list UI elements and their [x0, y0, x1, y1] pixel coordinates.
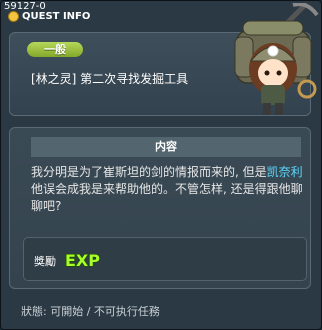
- window-title-text: QUEST INFO: [22, 11, 91, 22]
- quest-info-window: 59127-0 QUEST INFO 一般 [林之灵] 第二次寻找发掘工具 内容: [0, 0, 322, 330]
- quest-name: [林之灵] 第二次寻找发掘工具: [31, 72, 189, 86]
- window-title: QUEST INFO: [8, 11, 90, 22]
- lightbulb-icon: [8, 11, 19, 22]
- quest-description: 我分明是为了崔斯坦的剑的情报而来的, 但是凯奈利他误会成我是来帮助他的。不管怎样…: [31, 164, 309, 215]
- reward-label: 獎勵: [34, 255, 56, 268]
- exp-text: EXP: [65, 251, 100, 270]
- content-header: 内容: [31, 137, 301, 157]
- npc-name-link[interactable]: 凯奈利: [267, 165, 303, 179]
- exp-icon: EXP: [64, 250, 100, 270]
- description-text-1: 我分明是为了崔斯坦的剑的情报而来的, 但是: [31, 165, 267, 179]
- npc-portrait: [234, 3, 319, 115]
- description-text-2: 他误会成我是来帮助他的。不管怎样, 还是得跟他聊聊吧?: [31, 182, 303, 213]
- quest-status: 狀態: 可開始 / 不可执行任務: [21, 305, 160, 318]
- category-badge: 一般: [27, 42, 83, 57]
